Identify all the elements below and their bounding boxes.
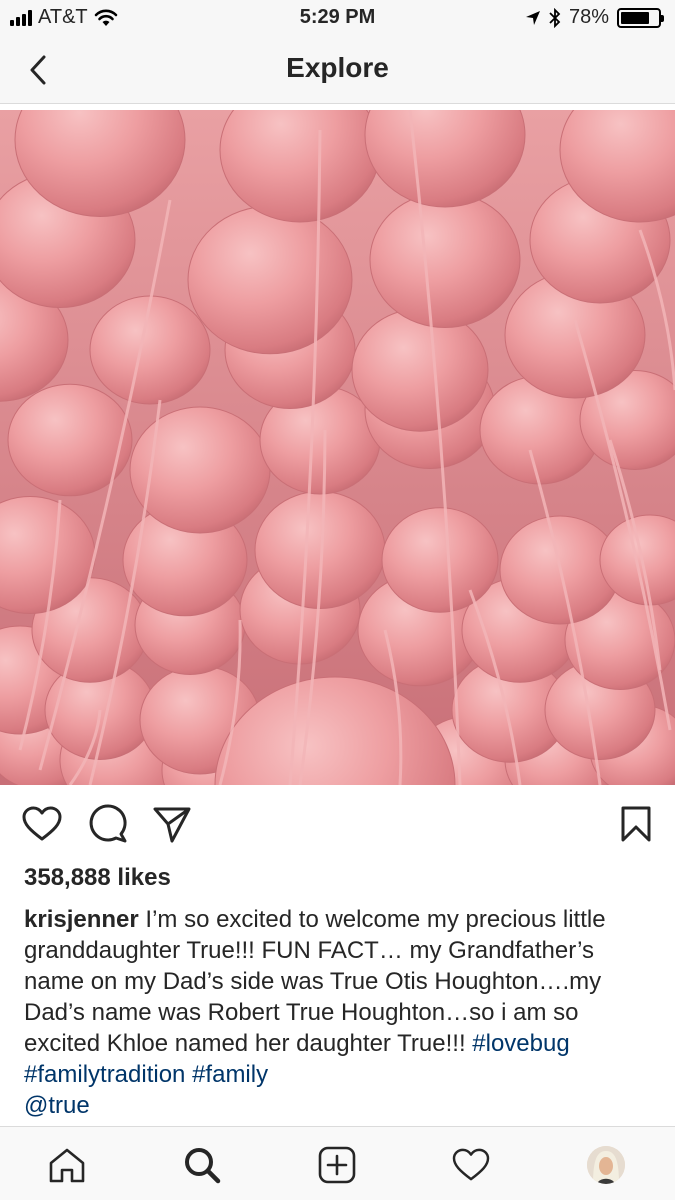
home-icon xyxy=(49,1148,85,1183)
post-caption: krisjenner I’m so excited to welcome my … xyxy=(24,904,654,1121)
tab-profile[interactable] xyxy=(584,1143,628,1187)
hashtag-lovebug[interactable]: #lovebug xyxy=(472,1030,569,1057)
balloon xyxy=(351,308,489,432)
heart-icon xyxy=(22,806,62,841)
share-icon xyxy=(153,807,191,843)
hashtag-family[interactable]: #family xyxy=(192,1061,268,1088)
status-right: 78% xyxy=(525,6,664,29)
balloons-image xyxy=(0,110,675,785)
add-icon xyxy=(318,1146,356,1184)
location-arrow-icon xyxy=(525,10,540,25)
bookmark-button[interactable] xyxy=(614,802,658,846)
search-icon xyxy=(185,1148,221,1184)
comment-icon xyxy=(89,804,127,843)
post-actions xyxy=(0,800,675,852)
tab-activity[interactable] xyxy=(449,1143,493,1187)
tab-bar xyxy=(0,1126,675,1200)
balloon xyxy=(381,507,499,613)
mention-link[interactable]: @true xyxy=(24,1092,90,1119)
like-button[interactable] xyxy=(20,802,64,846)
comment-button[interactable] xyxy=(86,802,130,846)
battery-fill xyxy=(621,11,650,24)
balloon xyxy=(369,192,521,328)
hashtag-familytradition[interactable]: #familytradition xyxy=(24,1061,185,1088)
tab-search[interactable] xyxy=(180,1143,224,1187)
share-button[interactable] xyxy=(150,802,194,846)
tab-new-post[interactable] xyxy=(315,1143,359,1187)
bluetooth-icon xyxy=(549,7,561,28)
activity-icon xyxy=(452,1148,490,1181)
caption-username[interactable]: krisjenner xyxy=(24,906,139,933)
battery-percent: 78% xyxy=(568,6,609,28)
nav-bar: Explore xyxy=(0,36,675,104)
page-title: Explore xyxy=(286,52,389,83)
battery-icon xyxy=(617,7,664,28)
like-count[interactable]: 358,888 likes xyxy=(24,864,171,892)
bookmark-icon xyxy=(621,806,651,842)
profile-avatar xyxy=(587,1146,625,1184)
status-bar: AT&T 5:29 PM 78% xyxy=(0,0,675,36)
tab-home[interactable] xyxy=(45,1143,89,1187)
balloon xyxy=(89,295,211,405)
balloon xyxy=(187,205,353,355)
post-photo[interactable] xyxy=(0,110,675,785)
